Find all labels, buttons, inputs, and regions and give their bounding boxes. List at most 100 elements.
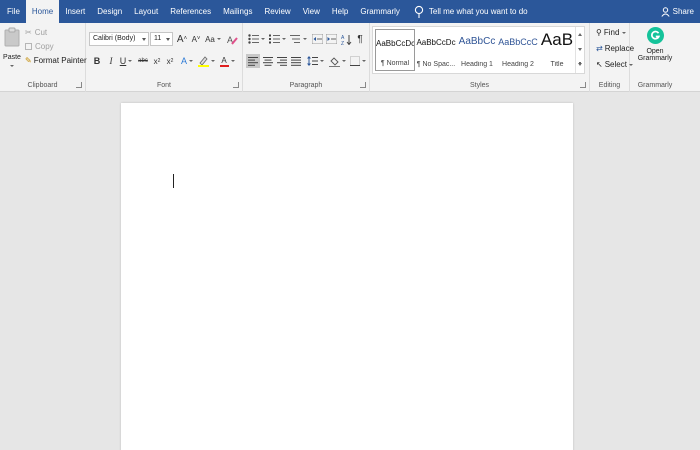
multilevel-list-icon [289, 35, 300, 43]
group-paragraph: A Z ¶ Paragraph [243, 23, 370, 92]
bold-button[interactable]: B [90, 54, 104, 68]
text-cursor [173, 174, 174, 188]
copy-label: Copy [35, 42, 54, 51]
format-painter-button[interactable]: ✎ Format Painter [25, 56, 87, 65]
group-grammarly: Open Grammarly Grammarly [630, 23, 680, 92]
show-formatting-marks-button[interactable]: ¶ [353, 32, 367, 46]
font-size-combo[interactable]: 11 [150, 32, 173, 46]
styles-dialog-launcher[interactable] [580, 82, 586, 88]
lightbulb-icon [414, 5, 424, 18]
tab-insert[interactable]: Insert [59, 0, 91, 23]
tab-grammarly[interactable]: Grammarly [354, 0, 406, 23]
align-center-icon [263, 56, 273, 66]
gallery-scroll-up-button[interactable] [576, 27, 584, 42]
style-normal[interactable]: AaBbCcDc ¶ Normal [375, 29, 415, 71]
numbering-button[interactable] [267, 32, 287, 46]
style-sample: AaBbCcC [498, 37, 538, 47]
tab-references[interactable]: References [164, 0, 217, 23]
font-group-label: Font [156, 82, 171, 89]
change-case-button[interactable]: Aa [203, 32, 223, 46]
bullets-button[interactable] [246, 32, 266, 46]
style-no-spacing[interactable]: AaBbCcDc ¶ No Spac... [416, 29, 456, 71]
tell-me-search[interactable]: Tell me what you want to do [414, 0, 528, 23]
subscript-button[interactable]: x2 [150, 54, 164, 68]
style-sample: AaBbCcDc [376, 39, 414, 48]
shading-button[interactable] [327, 54, 347, 68]
font-family-value: Calibri (Body) [93, 35, 136, 42]
copy-button[interactable]: Copy [25, 42, 54, 51]
align-right-button[interactable] [275, 54, 289, 68]
tab-view[interactable]: View [297, 0, 326, 23]
tab-mailings[interactable]: Mailings [217, 0, 258, 23]
tab-help[interactable]: Help [326, 0, 354, 23]
paste-dropdown-arrow[interactable] [10, 65, 14, 67]
style-name: Heading 2 [502, 61, 534, 68]
style-heading-1[interactable]: AaBbCc Heading 1 [457, 29, 497, 71]
document-area [0, 93, 700, 450]
justify-button[interactable] [289, 54, 303, 68]
subscript-two: 2 [157, 58, 161, 64]
document-page[interactable] [121, 103, 573, 450]
grow-font-glyph: A [176, 33, 184, 45]
chevron-down-icon [362, 60, 366, 62]
clear-formatting-button[interactable]: A [225, 32, 239, 46]
chevron-down-icon [260, 38, 265, 40]
clipboard-dialog-launcher[interactable] [76, 82, 82, 88]
italic-button[interactable]: I [104, 54, 118, 68]
paste-button[interactable]: Paste [3, 27, 21, 69]
replace-button[interactable]: ⇄ Replace [596, 44, 634, 53]
cursor-icon: ↖ [596, 60, 603, 69]
font-color-swatch [219, 65, 229, 67]
outdent-icon [311, 34, 323, 44]
open-grammarly-button[interactable]: Open Grammarly [630, 27, 680, 77]
tab-review[interactable]: Review [258, 0, 296, 23]
style-heading-2[interactable]: AaBbCcC Heading 2 [498, 29, 538, 71]
style-sample: AaB [540, 30, 574, 49]
chevron-down-icon [230, 60, 235, 62]
sort-button[interactable]: A Z [339, 32, 353, 46]
grow-font-button[interactable]: A ˄ [175, 32, 189, 46]
font-size-value: 11 [154, 35, 162, 42]
text-effects-icon: A [180, 56, 187, 66]
highlight-color-button[interactable] [196, 54, 216, 68]
tab-file[interactable]: File [0, 0, 26, 23]
underline-button[interactable]: U [117, 54, 135, 68]
chevron-down-icon [128, 60, 133, 62]
find-button[interactable]: ⚲ Find [596, 28, 627, 37]
font-color-button[interactable]: A [217, 54, 237, 68]
share-button[interactable]: Share [661, 0, 694, 23]
paragraph-group-label: Paragraph [289, 82, 323, 89]
tab-home[interactable]: Home [25, 0, 60, 23]
gallery-more-button[interactable] [576, 57, 584, 72]
align-center-button[interactable] [261, 54, 275, 68]
font-family-combo[interactable]: Calibri (Body) [89, 32, 149, 46]
cut-button[interactable]: ✂ Cut [25, 28, 47, 37]
decrease-indent-button[interactable] [310, 32, 324, 46]
styles-gallery: AaBbCcDc ¶ Normal AaBbCcDc ¶ No Spac... … [372, 26, 585, 74]
borders-icon [350, 56, 360, 66]
chevron-down-icon [189, 60, 193, 62]
underline-glyph: U [119, 56, 127, 66]
text-effects-button[interactable]: A [178, 54, 196, 68]
tab-layout[interactable]: Layout [128, 0, 164, 23]
find-label: Find [603, 28, 620, 37]
select-button[interactable]: ↖ Select [596, 60, 633, 69]
gallery-scroll-down-button[interactable] [576, 42, 584, 57]
style-title[interactable]: AaB Title [537, 29, 577, 71]
tab-design[interactable]: Design [91, 0, 128, 23]
font-size-dropdown-arrow [166, 38, 170, 41]
shrink-font-button[interactable]: A ˅ [189, 32, 203, 46]
numbered-list-icon [268, 34, 280, 44]
strikethrough-button[interactable]: abc [136, 54, 150, 68]
highlighter-icon [197, 56, 209, 67]
font-dialog-launcher[interactable] [233, 82, 239, 88]
borders-button[interactable] [348, 54, 368, 68]
paragraph-dialog-launcher[interactable] [360, 82, 366, 88]
multilevel-list-button[interactable] [288, 32, 308, 46]
align-left-button[interactable] [246, 54, 260, 68]
increase-indent-button[interactable] [324, 32, 338, 46]
magnifier-icon: ⚲ [596, 28, 602, 37]
superscript-button[interactable]: x2 [163, 54, 177, 68]
chevron-down-icon [210, 60, 215, 62]
line-spacing-button[interactable] [305, 54, 325, 68]
